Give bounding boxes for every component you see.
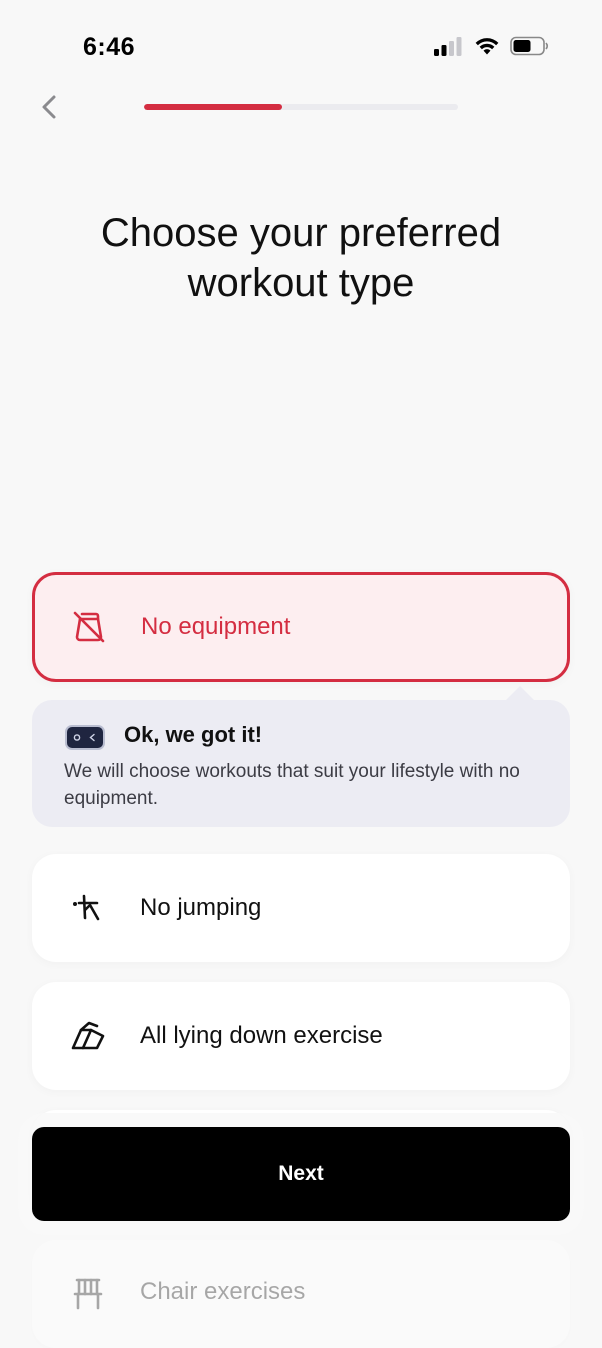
option-no-equipment[interactable]: No equipment [32, 572, 570, 682]
battery-icon [510, 36, 550, 61]
progress-bar [144, 104, 458, 110]
option-label: No jumping [140, 894, 262, 921]
status-time: 6:46 [83, 33, 136, 61]
feedback-title: Ok, we got it! [124, 722, 263, 747]
no-equipment-icon [69, 607, 109, 647]
option-label: Chair exercises [140, 1278, 306, 1305]
option-label: All lying down exercise [140, 1022, 383, 1049]
page-title: Choose your preferred workout type [100, 211, 502, 305]
progress-bar-fill [144, 104, 283, 110]
option-label: No equipment [141, 613, 291, 640]
feedback-pointer [506, 686, 534, 700]
feedback-text: We will choose workouts that suit your l… [64, 761, 520, 809]
status-icons [434, 36, 550, 61]
lying-down-icon [68, 1016, 108, 1056]
no-jumping-icon [68, 888, 108, 928]
back-button[interactable] [36, 93, 60, 125]
robot-icon [65, 725, 105, 750]
chevron-left-icon [39, 94, 57, 125]
status-bar: 6:46 [0, 0, 602, 90]
next-button[interactable]: Next [32, 1127, 570, 1221]
option-lying-down[interactable]: All lying down exercise [32, 982, 570, 1090]
feedback-card: Ok, we got it! We will choose workouts t… [32, 686, 570, 827]
cellular-signal-icon [434, 36, 464, 61]
option-chair-exercises[interactable]: Chair exercises [32, 1240, 570, 1348]
option-no-jumping[interactable]: No jumping [32, 854, 570, 962]
wifi-icon [474, 36, 500, 61]
chair-icon [68, 1274, 108, 1314]
